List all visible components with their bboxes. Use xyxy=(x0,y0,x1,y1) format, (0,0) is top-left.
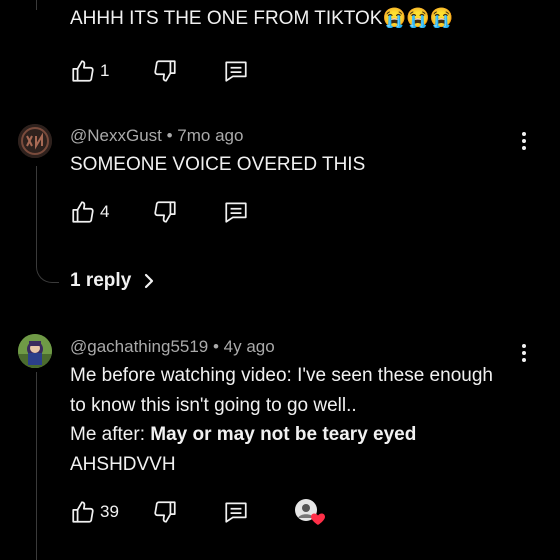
comment-line: to know this isn't going to go well.. xyxy=(70,394,357,416)
bold-text: May or may not be teary eyed xyxy=(150,424,417,445)
like-icon[interactable] xyxy=(70,499,96,525)
reply-icon[interactable] xyxy=(223,199,249,225)
comment-actions: 1 xyxy=(70,58,270,84)
like-count: 39 xyxy=(100,502,119,521)
timestamp: 4y ago xyxy=(223,337,275,356)
meta-separator: • xyxy=(208,337,224,356)
timestamp: 7mo ago xyxy=(177,126,244,145)
chevron-right-icon xyxy=(143,272,155,290)
like-icon[interactable] xyxy=(70,199,96,225)
creator-heart-icon xyxy=(294,498,326,526)
like-count: 1 xyxy=(100,61,110,80)
author-name[interactable]: @NexxGust xyxy=(70,126,162,145)
like-icon[interactable] xyxy=(70,58,96,84)
author-name[interactable]: @gachathing5519 xyxy=(70,337,208,356)
more-options-icon[interactable] xyxy=(520,342,528,364)
comment-line: Me after: May or may not be teary eyed xyxy=(70,424,417,445)
comment-meta: @gachathing5519 • 4y ago xyxy=(70,337,275,357)
view-replies-button[interactable]: 1 reply xyxy=(70,270,155,292)
comment-meta: @NexxGust • 7mo ago xyxy=(70,126,243,146)
reply-icon[interactable] xyxy=(223,499,249,525)
comment-actions: 39 xyxy=(70,499,340,525)
comment-actions: 4 xyxy=(70,199,270,225)
meta-separator: • xyxy=(161,126,178,145)
avatar[interactable] xyxy=(18,124,52,158)
avatar[interactable] xyxy=(18,334,52,368)
thread-line xyxy=(36,372,37,560)
more-options-icon[interactable] xyxy=(520,130,528,152)
crying-emoji: 😭😭😭 xyxy=(382,8,454,29)
thread-curve xyxy=(36,254,59,283)
replies-label: 1 reply xyxy=(70,270,132,291)
dislike-icon[interactable] xyxy=(152,499,178,525)
like-count: 4 xyxy=(100,202,110,221)
thread-line xyxy=(36,166,37,266)
comment-line: AHSHDVVH xyxy=(70,453,176,475)
comment-line: Me before watching video: I've seen thes… xyxy=(70,365,493,386)
comment-text: SOMEONE VOICE OVERED THIS xyxy=(70,154,366,175)
comment-text: AHHH ITS THE ONE FROM TIKTOK😭😭😭 xyxy=(70,8,454,29)
thread-line xyxy=(36,0,37,10)
dislike-icon[interactable] xyxy=(152,199,178,225)
dislike-icon[interactable] xyxy=(152,58,178,84)
comment-text: Me before watching video: I've seen thes… xyxy=(70,361,493,479)
reply-icon[interactable] xyxy=(223,58,249,84)
